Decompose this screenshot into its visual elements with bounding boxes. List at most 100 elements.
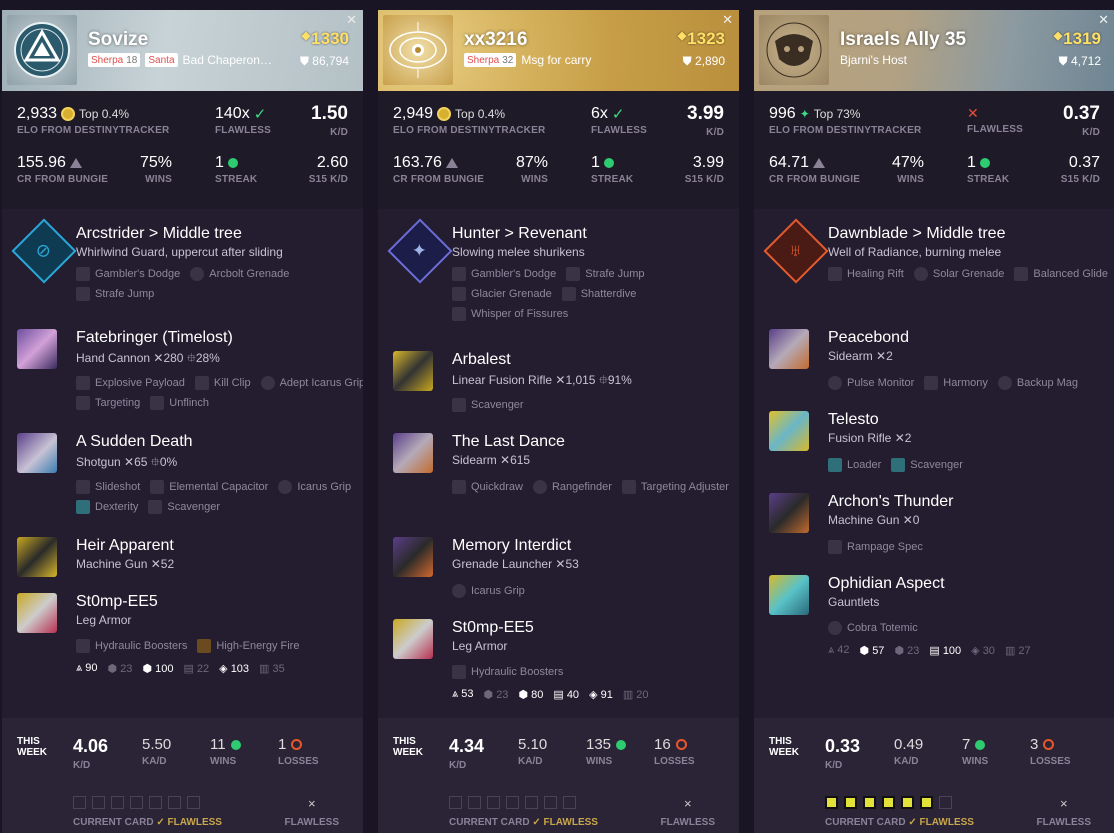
perk[interactable]: Whisper of Fissures [452,307,568,321]
perk[interactable]: Shatterdive [561,287,636,301]
perk[interactable]: Explosive Payload [76,376,185,390]
current-card-boxes [449,796,576,809]
close-icon[interactable]: ✕ [722,12,733,28]
perk[interactable]: Rangefinder [532,480,612,494]
flawless-indicator: × FLAWLESS [1036,796,1091,828]
wins-stat: 87% WINS [515,154,548,185]
mobility-stat: ⩓ 42 [828,644,850,656]
recovery-stat: ⬢ 80 [518,689,544,701]
streak-stat: 1 STREAK [591,154,634,185]
perk[interactable]: Adept Icarus Grip [260,376,363,390]
player-banner: ✕ Sovize ◆1330 Sherpa 18 Santa Bad Chaper… [2,10,363,91]
armor-icon [17,593,57,633]
perk[interactable]: Slideshot [76,480,140,494]
stats-panel: 2,949 Top 0.4% ELO FROM DESTINYTRACKER 6x ✓… [378,91,739,209]
perk[interactable]: Targeting [76,396,140,410]
perk[interactable]: Healing Rift [828,267,904,281]
weapon-icon [17,329,57,369]
this-week-panel: THIS WEEK 4.06 K/D 5.50 KA/D 11 WINS 1 LOSSES… [2,718,363,833]
perk[interactable]: Kill Clip [194,376,251,390]
armor-stats: ⩓ 90 ⬢ 23 ⬢ 100 ▤ 22 ◈ 103 ▥ 35 [76,662,285,675]
elo-stat: 996 ✦ Top 73% ELO FROM DESTINYTRACKER [769,105,922,136]
perk[interactable]: Scavenger [891,458,963,472]
perk[interactable]: Balanced Glide [1014,267,1108,281]
intellect-stat: ◈ 30 [971,645,995,657]
player-card-3: ✕ Israels Ally 35 ◆1319 Bjarni's Host ⛊ … [754,10,1114,833]
perk[interactable]: Pulse Monitor [828,376,914,390]
emblem-icon [759,15,829,85]
week-wins: 7 WINS [962,736,989,767]
win-dot-icon [979,158,990,168]
subclass-tree: Middle tree [162,225,242,242]
light-diamond-icon: ◆ [1053,30,1063,42]
perk[interactable]: Dexterity [76,500,138,514]
subclass-desc: Whirlwind Guard, uppercut after sliding [76,245,283,259]
current-card-boxes [73,796,200,809]
perk[interactable]: Quickdraw [452,480,523,494]
win-dot-icon [230,739,241,750]
armor-stats: ⩓ 42 ⬢ 57 ⬢ 23 ▤ 100 ◈ 30 ▥ 27 [828,644,1031,657]
perk[interactable]: Gambler's Dodge [76,267,180,281]
perk[interactable]: Strafe Jump [76,287,154,301]
perk[interactable]: Elemental Capacitor [150,480,268,494]
player-subline: Sherpa 32 Msg for carry [464,53,591,67]
triangle-icon [445,158,458,168]
perk[interactable]: Hydraulic Boosters [76,639,187,653]
flawless-stat: 140x ✓ FLAWLESS [215,105,272,136]
perk[interactable]: Arcbolt Grenade [190,267,289,281]
subclass-desc: Well of Radiance, burning melee [828,245,1002,259]
weapon-icon [769,411,809,451]
perk[interactable]: Glacier Grenade [452,287,552,301]
subclass-name: Dawnblade [828,225,909,242]
triangle-icon [69,158,82,168]
streak-stat: 1 STREAK [967,154,1010,185]
perk[interactable]: Icarus Grip [278,480,351,494]
week-kd: 0.33 K/D [825,736,861,771]
subclass-row[interactable]: ✦ [387,218,453,284]
player-name[interactable]: xx3216 [464,29,527,51]
player-name[interactable]: Israels Ally 35 [840,29,966,51]
perk[interactable]: Strafe Jump [566,267,645,281]
week-kad: 5.50 KA/D [142,736,172,767]
close-icon[interactable]: ✕ [346,12,357,28]
intellect-stat: ◈ 91 [589,689,613,701]
recovery-stat: ⬢ 23 [894,645,920,657]
subclass-tree: Revenant [518,225,587,242]
perk[interactable]: Loader [828,458,881,472]
kd-stat: 0.37 K/D [1063,103,1100,138]
player-subline: Bjarni's Host [840,53,907,67]
perk[interactable]: Unflinch [150,396,209,410]
weapon-icon [393,351,433,391]
perk[interactable]: Scavenger [148,500,220,514]
perk[interactable]: High-Energy Fire [197,639,299,653]
this-week-title: THIS WEEK [393,736,423,758]
perk[interactable]: Harmony [924,376,988,390]
light-diamond-icon: ◆ [677,30,687,42]
perk[interactable]: Rampage Spec [828,540,923,554]
perk[interactable]: Solar Grenade [913,267,1004,281]
subclass-row[interactable]: ⊘ [11,218,77,284]
clan-name: Msg for carry [521,53,592,67]
perk[interactable]: Scavenger [452,398,524,412]
current-card-label: CURRENT CARD ✓ FLAWLESS [825,817,974,828]
perk[interactable]: Icarus Grip [452,584,525,598]
perk[interactable]: Cobra Totemic [828,621,918,635]
santa-badge: Santa [145,53,178,67]
subclass-name: Arcstrider [76,225,145,242]
player-card-1: ✕ Sovize ◆1330 Sherpa 18 Santa Bad Chaper… [2,10,363,833]
subclass-row[interactable]: ♅ [763,218,829,284]
week-kad: 0.49 KA/D [894,736,924,767]
perk[interactable]: Targeting Adjuster [621,480,729,494]
flawless-stat: ✕ FLAWLESS [967,105,1024,135]
check-icon: ✓ [611,106,625,123]
strength-stat: ▥ 35 [259,663,285,675]
cr-stat: 64.71 CR FROM BUNGIE [769,154,861,185]
player-name[interactable]: Sovize [88,29,148,51]
close-icon[interactable]: ✕ [1098,12,1109,28]
resilience-stat: ⬢ 23 [483,689,509,701]
perk[interactable]: Gambler's Dodge [452,267,556,281]
subclass-tree: Middle tree [926,225,1006,242]
perk[interactable]: Hydraulic Boosters [452,665,563,679]
perk[interactable]: Backup Mag [997,376,1078,390]
loss-ring-icon [1043,739,1055,750]
